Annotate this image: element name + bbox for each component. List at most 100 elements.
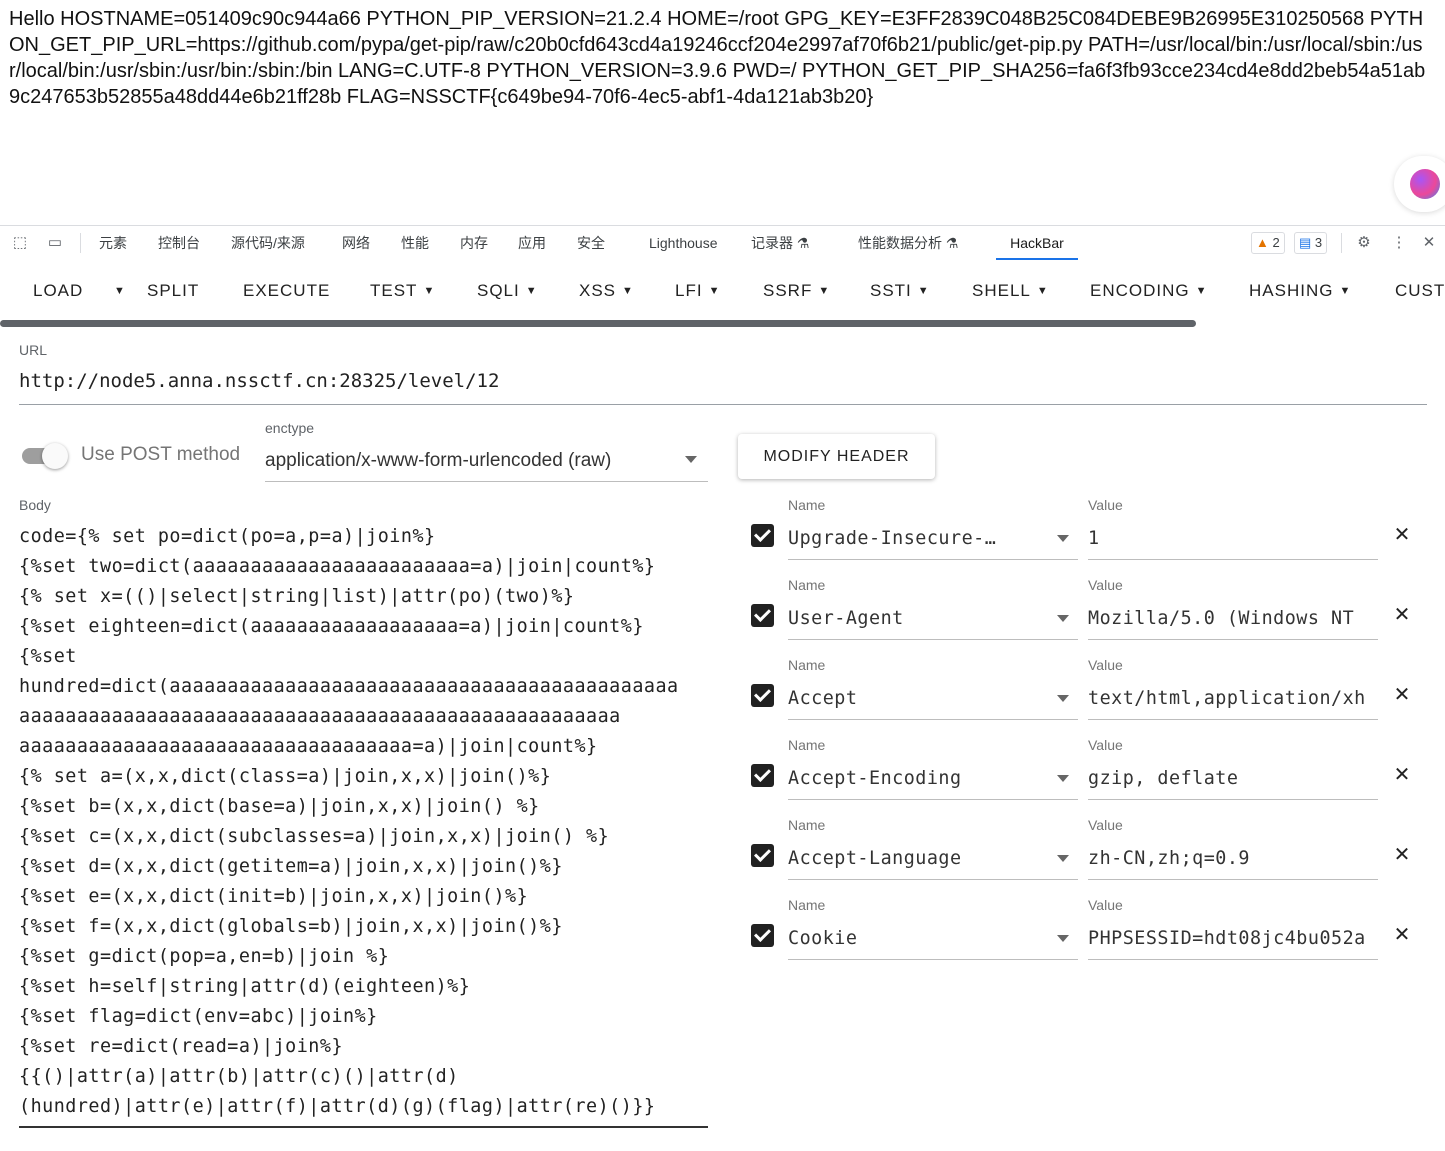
header-enabled-checkbox[interactable] [751, 684, 774, 707]
header-name-input[interactable]: Accept-Encoding [788, 768, 1018, 789]
chevron-down-icon: ▼ [525, 285, 538, 297]
lfi-menu-button[interactable]: LFI ▼ [675, 260, 720, 322]
tab-performance[interactable]: 性能 [401, 226, 429, 260]
tab-security[interactable]: 安全 [577, 226, 605, 260]
close-icon[interactable]: ✕ [1419, 233, 1439, 253]
remove-header-icon[interactable]: ✕ [1393, 925, 1411, 945]
tab-sources[interactable]: 源代码/来源 [231, 226, 305, 260]
header-value-input[interactable]: Mozilla/5.0 (Windows NT [1088, 608, 1378, 629]
warnings-badge[interactable]: ▲ 2 [1251, 232, 1285, 254]
header-value-input[interactable]: PHPSESSID=hdt08jc4bu052a [1088, 928, 1378, 949]
messages-badge[interactable]: ▤ 3 [1294, 232, 1328, 254]
chevron-down-icon[interactable] [1057, 935, 1069, 942]
menu-label: SHELL [972, 281, 1031, 300]
chevron-down-icon[interactable] [1057, 855, 1069, 862]
split-button[interactable]: SPLIT [147, 260, 199, 322]
execute-button[interactable]: EXECUTE [243, 260, 330, 322]
post-method-toggle-knob[interactable] [42, 443, 68, 469]
encoding-menu-button[interactable]: ENCODING ▼ [1090, 260, 1208, 322]
header-enabled-checkbox[interactable] [751, 604, 774, 627]
url-label: URL [19, 342, 48, 358]
header-name-input[interactable]: Accept [788, 688, 1018, 709]
gear-icon[interactable]: ⚙ [1354, 233, 1374, 253]
remove-header-icon[interactable]: ✕ [1393, 605, 1411, 625]
chevron-down-icon: ▼ [818, 285, 831, 297]
shell-menu-button[interactable]: SHELL ▼ [972, 260, 1049, 322]
chevron-down-icon[interactable] [1057, 615, 1069, 622]
custom-menu-button[interactable]: CUST [1395, 260, 1445, 322]
tab-console[interactable]: 控制台 [158, 226, 200, 260]
header-name-underline [788, 719, 1078, 720]
menu-label: LFI [675, 281, 703, 300]
header-value-label: Value [1088, 577, 1123, 593]
tab-elements[interactable]: 元素 [99, 226, 127, 260]
divider [1341, 233, 1342, 253]
header-name-underline [788, 959, 1078, 960]
tab-application[interactable]: 应用 [518, 226, 546, 260]
tab-lighthouse[interactable]: Lighthouse [649, 226, 718, 260]
body-textarea[interactable]: code={% set po=dict(po=a,p=a)|join%} {%s… [19, 522, 709, 1122]
sqli-menu-button[interactable]: SQLI ▼ [477, 260, 538, 322]
remove-header-icon[interactable]: ✕ [1393, 765, 1411, 785]
header-value-input[interactable]: 1 [1088, 528, 1378, 549]
ssrf-menu-button[interactable]: SSRF ▼ [763, 260, 830, 322]
header-value-label: Value [1088, 817, 1123, 833]
tab-performance-insights[interactable]: 性能数据分析 ⚗ [858, 226, 958, 260]
chevron-down-icon: ▼ [1339, 285, 1352, 297]
chevron-down-icon: ▼ [622, 285, 634, 297]
tab-network[interactable]: 网络 [342, 226, 370, 260]
chevron-down-icon: ▼ [1195, 285, 1208, 297]
header-enabled-checkbox[interactable] [751, 524, 774, 547]
header-value-label: Value [1088, 657, 1123, 673]
remove-header-icon[interactable]: ✕ [1393, 685, 1411, 705]
remove-header-icon[interactable]: ✕ [1393, 525, 1411, 545]
load-dropdown-button[interactable]: ▼ [108, 260, 126, 322]
header-value-underline [1088, 799, 1378, 800]
header-value-input[interactable]: text/html,application/xh [1088, 688, 1378, 709]
header-value-label: Value [1088, 897, 1123, 913]
inspect-element-icon[interactable]: ⬚ [10, 233, 30, 253]
modify-header-button[interactable]: MODIFY HEADER [738, 434, 935, 479]
chevron-down-icon[interactable] [1057, 535, 1069, 542]
device-toolbar-icon[interactable]: ▭ [45, 233, 65, 253]
header-name-input[interactable]: User-Agent [788, 608, 1018, 629]
header-enabled-checkbox[interactable] [751, 764, 774, 787]
tab-recorder[interactable]: 记录器 ⚗ [751, 226, 809, 260]
body-label: Body [19, 497, 51, 513]
header-name-input[interactable]: Accept-Language [788, 848, 1018, 869]
tab-hackbar[interactable]: HackBar [996, 226, 1078, 260]
menu-label: SQLI [477, 281, 520, 300]
chevron-down-icon[interactable] [685, 456, 697, 463]
tab-memory[interactable]: 内存 [460, 226, 488, 260]
enctype-select[interactable]: application/x-www-form-urlencoded (raw) [265, 450, 611, 472]
header-value-input[interactable]: zh-CN,zh;q=0.9 [1088, 848, 1378, 869]
load-button[interactable]: LOAD [33, 260, 83, 322]
hackbar-toolbar: LOAD ▼ SPLIT EXECUTE TEST ▼ SQLI ▼ XSS ▼ LF… [0, 260, 1445, 322]
url-input[interactable]: http://node5.anna.nssctf.cn:28325/level/… [19, 370, 499, 392]
more-options-icon[interactable]: ⋮ [1389, 233, 1409, 253]
brain-icon [1410, 169, 1440, 199]
chevron-down-icon[interactable] [1057, 695, 1069, 702]
header-value-input[interactable]: gzip, deflate [1088, 768, 1378, 789]
toolbar-horizontal-scrollbar[interactable] [0, 320, 1196, 327]
header-name-input[interactable]: Upgrade-Insecure-… [788, 528, 1018, 549]
test-menu-button[interactable]: TEST ▼ [370, 260, 435, 322]
header-name-input[interactable]: Cookie [788, 928, 1018, 949]
hashing-menu-button[interactable]: HASHING ▼ [1249, 260, 1351, 322]
remove-header-icon[interactable]: ✕ [1393, 845, 1411, 865]
header-name-label: Name [788, 577, 826, 593]
xss-menu-button[interactable]: XSS ▼ [579, 260, 634, 322]
header-name-label: Name [788, 737, 826, 753]
divider [80, 233, 81, 253]
chevron-down-icon[interactable] [1057, 775, 1069, 782]
header-value-label: Value [1088, 497, 1123, 513]
ai-assistant-float-button[interactable] [1394, 156, 1445, 212]
chevron-down-icon: ▼ [1036, 285, 1049, 297]
url-underline [19, 404, 1427, 405]
header-value-underline [1088, 639, 1378, 640]
ssti-menu-button[interactable]: SSTI ▼ [870, 260, 930, 322]
header-enabled-checkbox[interactable] [751, 924, 774, 947]
header-name-underline [788, 559, 1078, 560]
menu-label: HASHING [1249, 281, 1334, 300]
header-enabled-checkbox[interactable] [751, 844, 774, 867]
